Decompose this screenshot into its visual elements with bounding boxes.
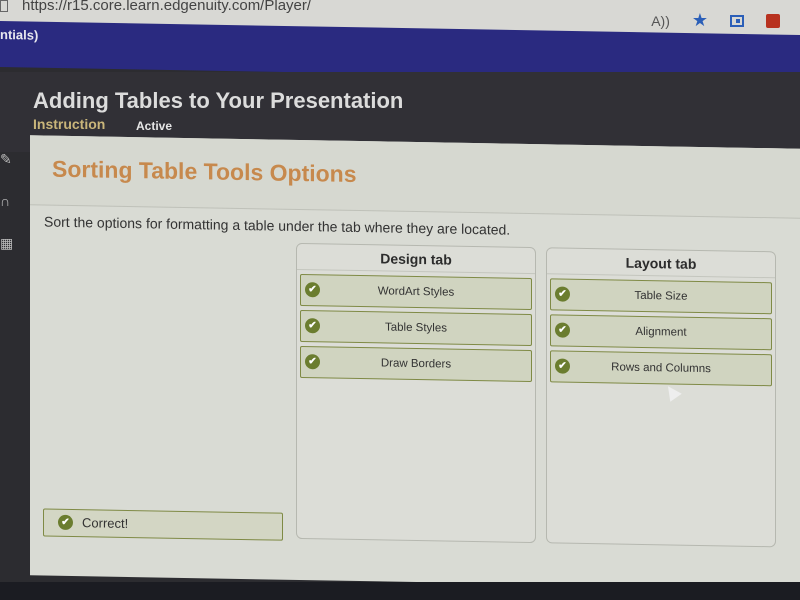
- screen-bezel: [0, 582, 800, 600]
- sort-item[interactable]: ✔ Draw Borders: [300, 345, 532, 383]
- url-field[interactable]: https://r15.core.learn.edgenuity.com/Pla…: [22, 0, 311, 14]
- section-label: Instruction: [33, 116, 106, 132]
- sort-item[interactable]: ✔ Table Size: [550, 278, 772, 315]
- sort-item[interactable]: ✔ Table Styles: [300, 309, 532, 347]
- headphones-icon[interactable]: ∩: [0, 193, 14, 209]
- status-label: Active: [136, 119, 173, 133]
- browser-toolbar-icons: A)) ★: [651, 10, 780, 31]
- check-icon: ✔: [555, 322, 570, 338]
- sort-item-label: Rows and Columns: [611, 361, 711, 376]
- sort-item-label: Alignment: [635, 325, 687, 339]
- course-title: ntials): [0, 27, 39, 43]
- feedback-correct: ✔ Correct!: [43, 508, 283, 541]
- activity-instruction: Sort the options for formatting a table …: [44, 213, 511, 238]
- feedback-text: Correct!: [82, 515, 129, 531]
- collections-icon[interactable]: [730, 14, 744, 27]
- sort-item[interactable]: ✔ WordArt Styles: [300, 273, 532, 311]
- check-icon: ✔: [555, 286, 570, 302]
- calculator-icon[interactable]: ▦: [0, 235, 14, 251]
- site-info-icon[interactable]: [0, 0, 8, 12]
- activity-banner: Sorting Table Tools Options: [30, 135, 800, 219]
- favorite-star-icon[interactable]: ★: [692, 10, 708, 31]
- check-icon: ✔: [305, 318, 320, 334]
- bucket-title: Design tab: [297, 243, 535, 275]
- check-icon: ✔: [305, 282, 320, 298]
- tool-sidebar: ✎ ∩ ▦: [0, 145, 30, 600]
- bucket-design-tab[interactable]: Design tab ✔ WordArt Styles ✔ Table Styles…: [296, 242, 536, 544]
- bucket-title: Layout tab: [547, 248, 775, 279]
- sort-item-label: Draw Borders: [380, 357, 452, 371]
- bucket-layout-tab[interactable]: Layout tab ✔ Table Size ✔ Alignment ✔ Rows …: [546, 247, 776, 548]
- activity-heading: Sorting Table Tools Options: [52, 155, 357, 187]
- activity-panel: Sorting Table Tools Options Sort the opt…: [30, 135, 800, 589]
- extension-icon[interactable]: [766, 13, 780, 28]
- check-icon: ✔: [555, 358, 570, 374]
- check-icon: ✔: [305, 354, 320, 370]
- sort-item[interactable]: ✔ Rows and Columns: [550, 350, 772, 387]
- sort-item-label: WordArt Styles: [377, 285, 455, 299]
- read-aloud-icon[interactable]: A)): [651, 13, 670, 29]
- pencil-icon[interactable]: ✎: [0, 151, 14, 167]
- sort-item[interactable]: ✔ Alignment: [550, 314, 772, 351]
- check-icon: ✔: [58, 514, 73, 531]
- lesson-title: Adding Tables to Your Presentation: [33, 88, 404, 113]
- sort-item-label: Table Styles: [384, 321, 447, 335]
- sort-item-label: Table Size: [634, 289, 688, 303]
